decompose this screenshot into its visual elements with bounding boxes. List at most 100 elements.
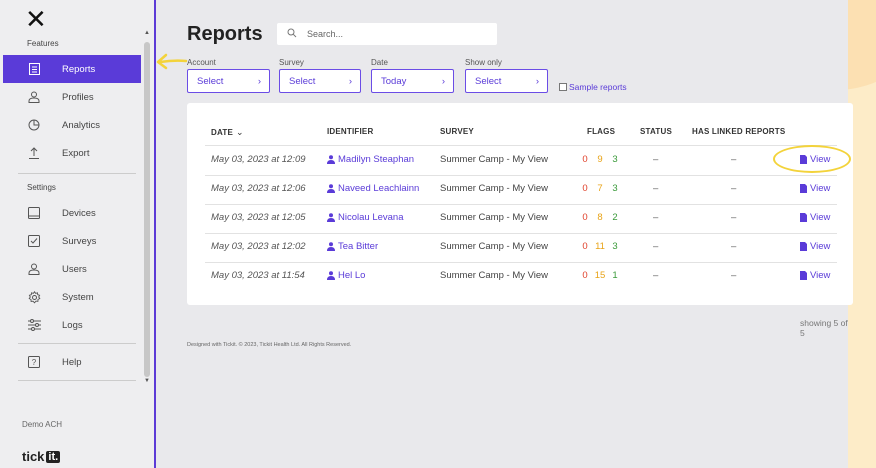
sidebar-item-surveys[interactable]: Surveys — [0, 227, 138, 255]
filter-show-only-label: Show only — [465, 58, 502, 67]
view-report-button[interactable]: View — [800, 212, 830, 223]
column-header-status: STATUS — [640, 127, 673, 136]
person-icon — [327, 184, 335, 193]
person-icon — [327, 155, 335, 164]
row-divider — [205, 204, 837, 205]
cell-linked-reports: – — [731, 154, 737, 165]
sidebar-item-label: Export — [62, 147, 90, 159]
person-icon — [327, 213, 335, 222]
page-title: Reports — [187, 23, 263, 45]
filter-survey-label: Survey — [279, 58, 304, 67]
view-report-button[interactable]: View — [800, 183, 830, 194]
document-icon — [800, 184, 807, 193]
sidebar-item-users[interactable]: Users — [0, 255, 138, 283]
view-report-button[interactable]: View — [800, 270, 830, 281]
row-divider — [205, 262, 837, 263]
search-input[interactable]: Search... — [307, 29, 343, 39]
search-box[interactable]: Search... — [277, 23, 497, 45]
analytics-icon — [27, 118, 41, 132]
flag-orange-count: 9 — [597, 154, 603, 165]
header-divider — [205, 145, 837, 146]
chevron-right-icon: › — [535, 75, 539, 87]
select-value: Select — [475, 75, 502, 87]
document-icon — [800, 213, 807, 222]
show-only-select[interactable]: Select › — [465, 69, 548, 93]
column-header-label: DATE — [211, 128, 233, 137]
cell-linked-reports: – — [731, 183, 737, 194]
document-icon — [800, 271, 807, 280]
document-icon — [800, 242, 807, 251]
sample-reports-label: Sample reports — [569, 82, 627, 92]
sidebar-item-label: Surveys — [62, 235, 97, 247]
flag-red-count: 0 — [582, 241, 588, 252]
cell-linked-reports: – — [731, 212, 737, 223]
row-divider — [205, 233, 837, 234]
column-header-linked-reports: HAS LINKED REPORTS — [692, 127, 786, 136]
scroll-up-icon[interactable]: ▲ — [143, 30, 151, 36]
sidebar-item-analytics[interactable]: Analytics — [0, 111, 138, 139]
cell-linked-reports: – — [731, 270, 737, 281]
gear-icon — [27, 290, 41, 304]
sample-reports-checkbox[interactable]: Sample reports — [559, 82, 627, 92]
sidebar-item-label: Analytics — [62, 119, 101, 131]
checkbox-icon[interactable] — [559, 83, 567, 91]
select-value: Select — [289, 75, 316, 87]
account-select[interactable]: Select › — [187, 69, 270, 93]
flag-orange-count: 15 — [594, 270, 606, 281]
filter-account-label: Account — [187, 58, 216, 67]
showing-count: showing 5 of 5 — [800, 318, 848, 338]
chevron-right-icon: › — [348, 75, 352, 87]
row-divider — [205, 175, 837, 176]
identifier-link[interactable]: Hel Lo — [327, 270, 365, 281]
column-header-date[interactable]: DATE ⌄ — [211, 127, 244, 138]
sidebar-item-devices[interactable]: Devices — [0, 199, 138, 227]
identifier-link[interactable]: Madilyn Steaphan — [327, 154, 414, 165]
chevron-right-icon: › — [441, 75, 445, 87]
annotation-arrow-icon — [156, 53, 188, 70]
identifier-name: Hel Lo — [338, 270, 366, 281]
identifier-link[interactable]: Nicolau Levana — [327, 212, 404, 223]
cell-date: May 03, 2023 at 11:54 — [211, 270, 305, 281]
sidebar-item-logs[interactable]: Logs — [0, 311, 138, 339]
identifier-name: Naveed Leachlainn — [338, 183, 420, 194]
column-header-identifier: IDENTIFIER — [327, 127, 374, 136]
person-icon — [327, 242, 335, 251]
identifier-link[interactable]: Tea Bitter — [327, 241, 378, 252]
devices-icon — [27, 206, 41, 220]
flag-red-count: 0 — [582, 154, 588, 165]
chevron-down-icon: ⌄ — [235, 127, 244, 137]
sidebar-item-system[interactable]: System — [0, 283, 138, 311]
sidebar-item-reports[interactable]: Reports — [3, 55, 141, 83]
close-icon[interactable]: ✕ — [25, 6, 47, 32]
flag-orange-count: 11 — [595, 241, 605, 252]
view-label: View — [810, 183, 831, 194]
cell-survey: Summer Camp - My View — [440, 270, 549, 281]
identifier-name: Madilyn Steaphan — [338, 154, 415, 165]
view-label: View — [810, 270, 831, 281]
sidebar-scrollbar[interactable]: ▲ ▼ — [143, 30, 151, 385]
flag-red-count: 0 — [582, 183, 588, 194]
flag-orange-count: 8 — [597, 212, 603, 223]
survey-select[interactable]: Select › — [279, 69, 361, 93]
help-icon: ? — [27, 355, 41, 369]
scrollbar-thumb[interactable] — [144, 42, 150, 377]
scroll-down-icon[interactable]: ▼ — [143, 378, 151, 384]
view-label: View — [810, 212, 831, 223]
cell-linked-reports: – — [731, 241, 737, 252]
filter-date-label: Date — [371, 58, 388, 67]
sidebar-item-profiles[interactable]: Profiles — [0, 83, 138, 111]
sidebar-item-label: Users — [62, 263, 87, 275]
sidebar-item-export[interactable]: Export — [0, 139, 138, 167]
cell-status: – — [653, 270, 659, 281]
sidebar-divider — [18, 380, 136, 381]
view-report-button[interactable]: View — [800, 241, 830, 252]
search-icon — [287, 28, 297, 40]
reports-icon — [27, 62, 41, 76]
sidebar-item-help[interactable]: ? Help — [0, 348, 138, 376]
date-select[interactable]: Today › — [371, 69, 454, 93]
sidebar-item-label: Help — [62, 356, 82, 368]
sidebar-item-label: Logs — [62, 319, 83, 331]
identifier-link[interactable]: Naveed Leachlainn — [327, 183, 419, 194]
column-header-flags: FLAGS — [587, 127, 616, 136]
flag-green-count: 3 — [612, 241, 618, 252]
